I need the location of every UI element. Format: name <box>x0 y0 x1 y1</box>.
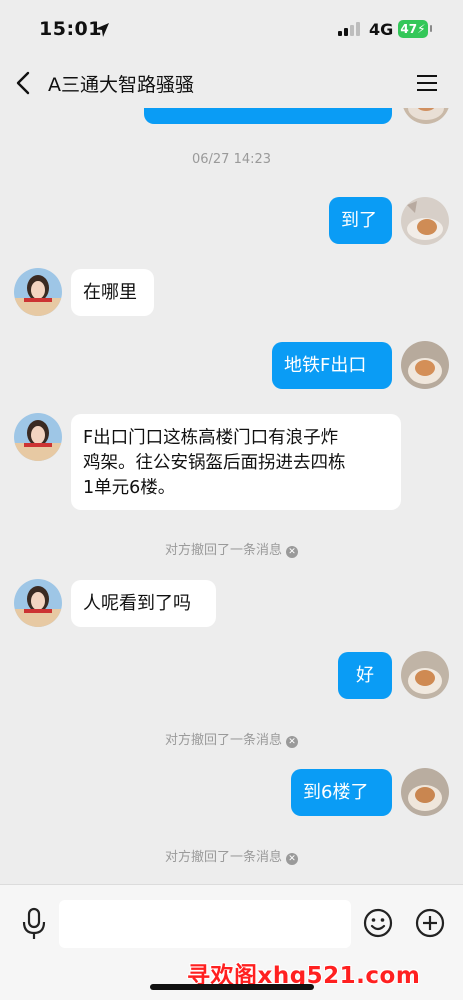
contact-avatar[interactable] <box>14 413 62 461</box>
menu-icon[interactable] <box>415 72 439 94</box>
my-avatar[interactable] <box>401 768 449 816</box>
my-avatar[interactable] <box>401 197 449 245</box>
status-time: 15:01 <box>39 18 102 40</box>
home-indicator[interactable] <box>150 984 314 990</box>
microphone-icon[interactable] <box>20 907 48 941</box>
message-bubble-incoming[interactable]: 在哪里 <box>71 269 154 316</box>
timestamp: 06/27 14:23 <box>191 152 272 167</box>
status-bar: 15:01 4G 47⚡ <box>0 0 463 58</box>
message-bubble-outgoing[interactable]: 到6楼了 <box>291 769 392 816</box>
back-chevron-icon[interactable] <box>12 70 36 96</box>
emoji-icon[interactable] <box>362 907 394 939</box>
chat-title: A三通大智路骚骚 <box>48 74 194 96</box>
recall-notice: 对方撤回了一条消息 ✕ <box>0 846 463 865</box>
network-type: 4G <box>369 20 394 39</box>
message-bubble-incoming[interactable]: F出口门口这栋高楼门口有浪子炸 鸡架。往公安锅盔后面拐进去四栋 1单元6楼。 <box>71 414 401 510</box>
recall-notice: 对方撤回了一条消息 ✕ <box>0 539 463 558</box>
recall-notice: 对方撤回了一条消息 ✕ <box>0 729 463 748</box>
message-bubble-incoming[interactable]: 人呢看到了吗 <box>71 580 216 627</box>
location-arrow-icon <box>95 23 109 37</box>
contact-avatar[interactable] <box>14 579 62 627</box>
close-circle-icon: ✕ <box>286 546 298 558</box>
chat-area[interactable]: 06/27 14:23 到了 在哪里 地铁F出口 F出口门口这栋高楼门口有浪子炸… <box>0 0 463 884</box>
close-circle-icon: ✕ <box>286 853 298 865</box>
message-bubble-outgoing[interactable]: 地铁F出口 <box>272 342 392 389</box>
message-bubble-outgoing[interactable]: 好 <box>338 652 392 699</box>
battery-icon: 47⚡ <box>398 20 428 38</box>
close-circle-icon: ✕ <box>286 736 298 748</box>
contact-avatar[interactable] <box>14 268 62 316</box>
battery-tip <box>430 25 432 32</box>
message-input[interactable] <box>59 900 351 948</box>
my-avatar[interactable] <box>401 341 449 389</box>
nav-bar: A三通大智路骚骚 <box>0 58 463 108</box>
my-avatar[interactable] <box>401 651 449 699</box>
plus-circle-icon[interactable] <box>414 907 446 939</box>
cellular-signal-icon <box>338 22 360 36</box>
message-bubble-outgoing[interactable]: 到了 <box>329 197 392 244</box>
